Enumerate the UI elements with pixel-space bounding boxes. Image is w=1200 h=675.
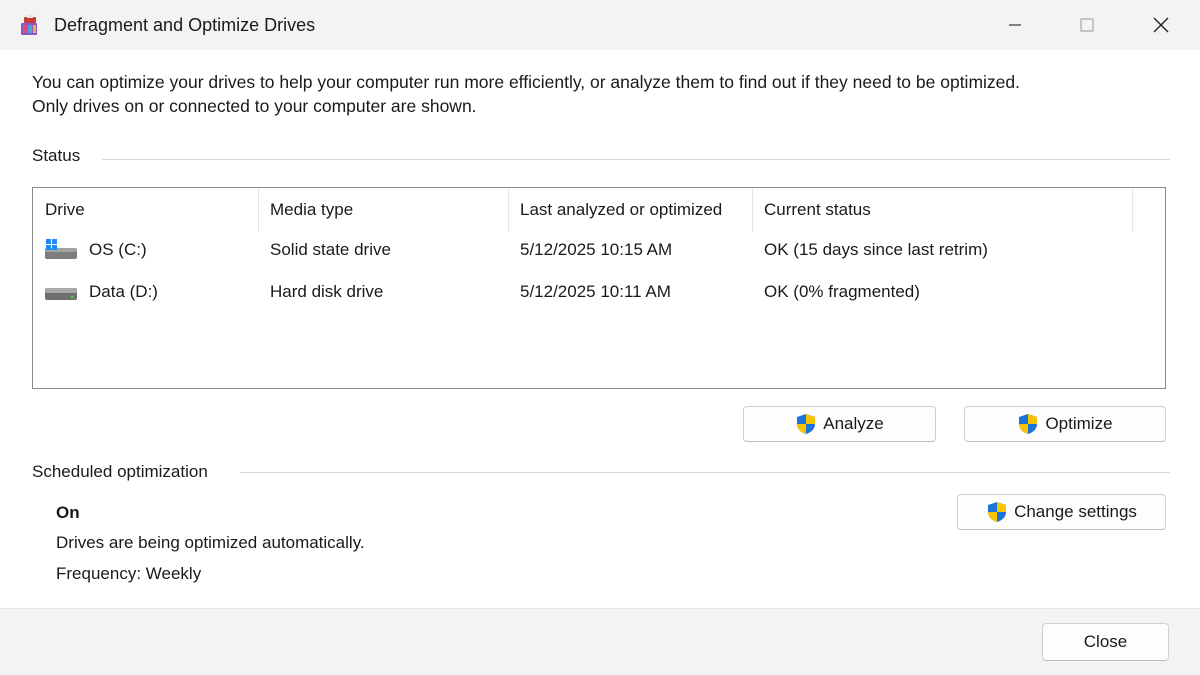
drive-media-type: Solid state drive xyxy=(270,240,391,259)
uac-shield-icon xyxy=(1019,414,1038,434)
analyze-button-label: Analyze xyxy=(823,414,884,433)
drive-name: OS (C:) xyxy=(89,240,147,259)
drive-list[interactable]: Drive Media type Last analyzed or optimi… xyxy=(32,187,1166,389)
drive-row[interactable]: Data (D:) Hard disk drive 5/12/2025 10:1… xyxy=(33,272,1165,312)
uac-shield-icon xyxy=(988,502,1007,522)
status-section-label: Status xyxy=(32,146,81,165)
column-header-current-status[interactable]: Current status xyxy=(753,188,1133,232)
title-bar: Defragment and Optimize Drives xyxy=(0,0,1200,50)
close-icon xyxy=(1153,17,1169,33)
schedule-frequency: Frequency: Weekly xyxy=(56,564,202,583)
column-header-last-analyzed[interactable]: Last analyzed or optimized xyxy=(509,188,753,232)
drive-media-type: Hard disk drive xyxy=(270,282,384,301)
drive-current-status: OK (0% fragmented) xyxy=(764,282,920,301)
column-header-media-type[interactable]: Media type xyxy=(259,188,509,232)
analyze-button[interactable]: Analyze xyxy=(743,406,936,442)
change-settings-button-label: Change settings xyxy=(1014,502,1137,521)
dialog-footer: Close xyxy=(0,608,1200,675)
uac-shield-icon xyxy=(797,414,816,434)
intro-line-1: You can optimize your drives to help you… xyxy=(32,72,1020,92)
hard-drive-icon xyxy=(45,288,77,300)
intro-line-2: Only drives on or connected to your comp… xyxy=(32,96,477,116)
maximize-icon xyxy=(1080,18,1094,32)
column-header-drive[interactable]: Drive xyxy=(33,188,259,232)
minimize-button[interactable] xyxy=(980,0,1050,50)
optimize-button-label: Optimize xyxy=(1045,414,1113,433)
minimize-icon xyxy=(1009,24,1021,26)
schedule-state: On xyxy=(56,503,80,522)
drive-current-status: OK (15 days since last retrim) xyxy=(764,240,988,259)
system-drive-icon xyxy=(45,239,77,259)
close-button[interactable]: Close xyxy=(1042,623,1169,661)
intro-text: You can optimize your drives to help you… xyxy=(32,70,1172,118)
status-section-divider xyxy=(102,159,1170,160)
scheduled-section-divider xyxy=(240,472,1170,473)
scheduled-section-label: Scheduled optimization xyxy=(32,462,208,481)
close-window-button[interactable] xyxy=(1126,0,1196,50)
optimize-button[interactable]: Optimize xyxy=(964,406,1166,442)
drive-name: Data (D:) xyxy=(89,282,158,301)
drive-row[interactable]: OS (C:) Solid state drive 5/12/2025 10:1… xyxy=(33,230,1165,270)
change-settings-button[interactable]: Change settings xyxy=(957,494,1166,530)
maximize-button[interactable] xyxy=(1052,0,1122,50)
drive-last-analyzed: 5/12/2025 10:11 AM xyxy=(520,282,671,301)
defrag-app-icon xyxy=(21,15,37,35)
schedule-description: Drives are being optimized automatically… xyxy=(56,533,365,552)
drive-last-analyzed: 5/12/2025 10:15 AM xyxy=(520,240,673,259)
window-title: Defragment and Optimize Drives xyxy=(54,15,316,35)
